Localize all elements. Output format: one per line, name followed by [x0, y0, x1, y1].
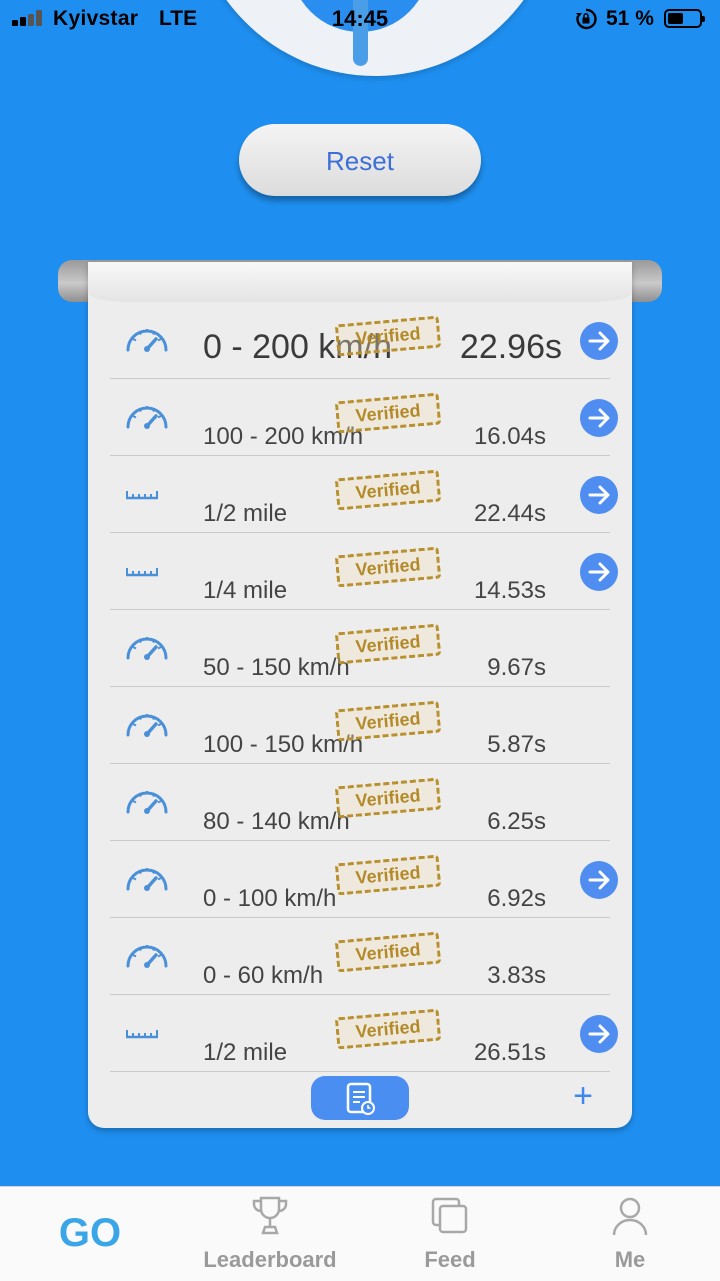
record-row[interactable]: 100 - 150 km/h Verified 5.87s: [110, 687, 610, 764]
history-button[interactable]: [311, 1076, 409, 1120]
ruler-icon: [124, 553, 170, 587]
tab-me[interactable]: Me: [540, 1187, 720, 1281]
reset-button[interactable]: Reset: [239, 124, 481, 196]
speedometer-icon: [124, 630, 170, 664]
record-label: 80 - 140 km/h: [203, 808, 350, 835]
record-label: 1/2 mile: [203, 500, 288, 527]
rotation-lock-icon: [576, 8, 597, 30]
record-row[interactable]: 0 - 100 km/h Verified 6.92s: [110, 841, 618, 918]
feed-icon: [431, 1197, 468, 1234]
tab-go-label: GO: [58, 1211, 122, 1255]
record-time: 6.92s: [487, 885, 546, 912]
verified-stamp: Verified: [334, 623, 442, 665]
records-list: 0 - 200 km/h Verified 22.96s 100 - 200 km/h…: [88, 302, 632, 1072]
tab-feed[interactable]: Feed: [360, 1187, 540, 1281]
share-arrow-button[interactable]: [580, 322, 618, 360]
status-bar: Kyivstar LTE 14:45 51 %: [0, 0, 720, 40]
record-label: 0 - 100 km/h: [203, 885, 337, 912]
record-time: 6.25s: [487, 808, 546, 835]
battery-icon: [664, 9, 705, 28]
tab-me-label: Me: [614, 1247, 646, 1272]
speedometer-icon: [124, 399, 170, 433]
tab-feed-label: Feed: [424, 1247, 476, 1272]
share-arrow-button[interactable]: [580, 399, 618, 437]
record-label: 1/2 mile: [203, 1039, 288, 1066]
ruler-icon: [124, 1015, 170, 1049]
results-scroll: 0 - 200 km/h Verified 22.96s 100 - 200 km/h…: [88, 262, 632, 1128]
verified-stamp: Verified: [334, 546, 442, 588]
speedometer-icon: [124, 707, 170, 741]
tab-leaderboard[interactable]: Leaderboard: [180, 1187, 360, 1281]
speedometer-icon: [124, 784, 170, 818]
verified-stamp: Verified: [334, 392, 442, 434]
record-row[interactable]: 1/4 mile Verified 14.53s: [110, 533, 618, 610]
speedometer-icon: [124, 861, 170, 895]
record-row[interactable]: 1/2 mile Verified 22.44s: [110, 456, 618, 533]
ruler-icon: [124, 476, 170, 510]
verified-stamp: Verified: [334, 931, 442, 973]
record-row[interactable]: 50 - 150 km/h Verified 9.67s: [110, 610, 610, 687]
share-arrow-button[interactable]: [580, 1015, 618, 1053]
record-time: 22.96s: [459, 328, 562, 366]
record-time: 3.83s: [487, 962, 546, 989]
record-label: 0 - 60 km/h: [203, 962, 324, 989]
verified-stamp: Verified: [334, 315, 442, 357]
speedometer-icon: [124, 322, 170, 356]
tab-leaderboard-label: Leaderboard: [203, 1247, 337, 1272]
record-label: 1/4 mile: [203, 577, 288, 604]
verified-stamp: Verified: [334, 469, 442, 511]
document-clock-icon: [346, 1082, 375, 1115]
share-arrow-button[interactable]: [580, 553, 618, 591]
verified-stamp: Verified: [334, 700, 442, 742]
verified-stamp: Verified: [334, 777, 442, 819]
tab-bar: GO Leaderboard Feed Me: [0, 1186, 720, 1281]
tab-go[interactable]: GO: [0, 1187, 180, 1281]
record-time: 26.51s: [473, 1039, 546, 1066]
record-time: 14.53s: [473, 577, 546, 604]
record-time: 5.87s: [487, 731, 546, 758]
add-button[interactable]: +: [568, 1074, 598, 1118]
verified-stamp: Verified: [334, 854, 442, 896]
share-arrow-button[interactable]: [580, 861, 618, 899]
record-row[interactable]: 80 - 140 km/h Verified 6.25s: [110, 764, 610, 841]
person-icon: [612, 1197, 648, 1236]
record-row[interactable]: 1/2 mile Verified 26.51s: [110, 995, 618, 1072]
record-row[interactable]: 0 - 60 km/h Verified 3.83s: [110, 918, 610, 995]
speedometer-icon: [124, 938, 170, 972]
record-time: 22.44s: [473, 500, 546, 527]
scroll-top-edge: [88, 262, 632, 302]
record-label: 50 - 150 km/h: [203, 654, 350, 681]
verified-stamp: Verified: [334, 1008, 442, 1050]
trophy-icon: [252, 1196, 288, 1235]
battery-percentage: 51 %: [606, 7, 654, 30]
share-arrow-button[interactable]: [580, 476, 618, 514]
record-time: 16.04s: [473, 423, 546, 450]
record-row[interactable]: 100 - 200 km/h Verified 16.04s: [110, 379, 618, 456]
record-time: 9.67s: [487, 654, 546, 681]
record-row[interactable]: 0 - 200 km/h Verified 22.96s: [110, 302, 618, 379]
